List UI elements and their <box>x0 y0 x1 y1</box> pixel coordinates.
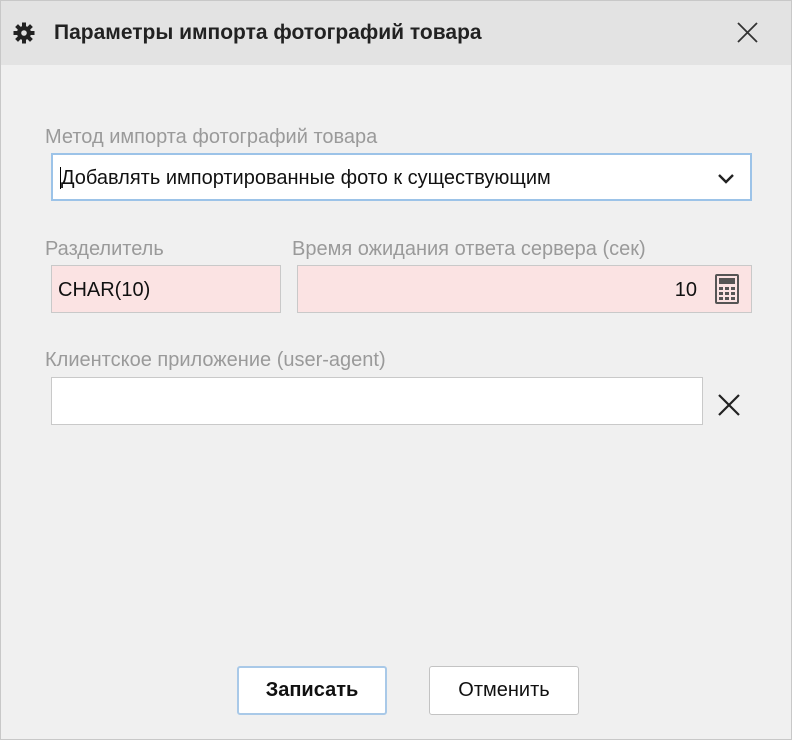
server-timeout-field[interactable]: 10 <box>297 265 752 313</box>
user-agent-field[interactable] <box>51 377 703 425</box>
separator-label: Разделитель <box>45 238 164 260</box>
calculator-icon[interactable] <box>715 274 739 304</box>
chevron-down-icon[interactable] <box>716 168 736 188</box>
dialog-title: Параметры импорта фотографий товара <box>54 21 482 44</box>
import-method-label: Метод импорта фотографий товара <box>45 126 378 148</box>
close-icon[interactable] <box>729 15 765 51</box>
import-photos-dialog: Параметры импорта фотографий товара Мето… <box>0 0 792 740</box>
import-method-value: Добавлять импортированные фото к существ… <box>61 167 551 189</box>
separator-value: CHAR(10) <box>58 279 151 301</box>
cancel-button[interactable]: Отменить <box>429 666 579 715</box>
gear-icon <box>13 22 35 44</box>
dialog-titlebar: Параметры импорта фотографий товара <box>1 1 791 65</box>
clear-icon[interactable] <box>715 391 743 419</box>
user-agent-label: Клиентское приложение (user-agent) <box>45 349 386 371</box>
import-method-select[interactable]: Добавлять импортированные фото к существ… <box>51 153 752 201</box>
server-timeout-label: Время ожидания ответа сервера (сек) <box>292 238 646 260</box>
save-button[interactable]: Записать <box>237 666 387 715</box>
separator-field[interactable]: CHAR(10) <box>51 265 281 313</box>
server-timeout-value: 10 <box>674 279 697 301</box>
